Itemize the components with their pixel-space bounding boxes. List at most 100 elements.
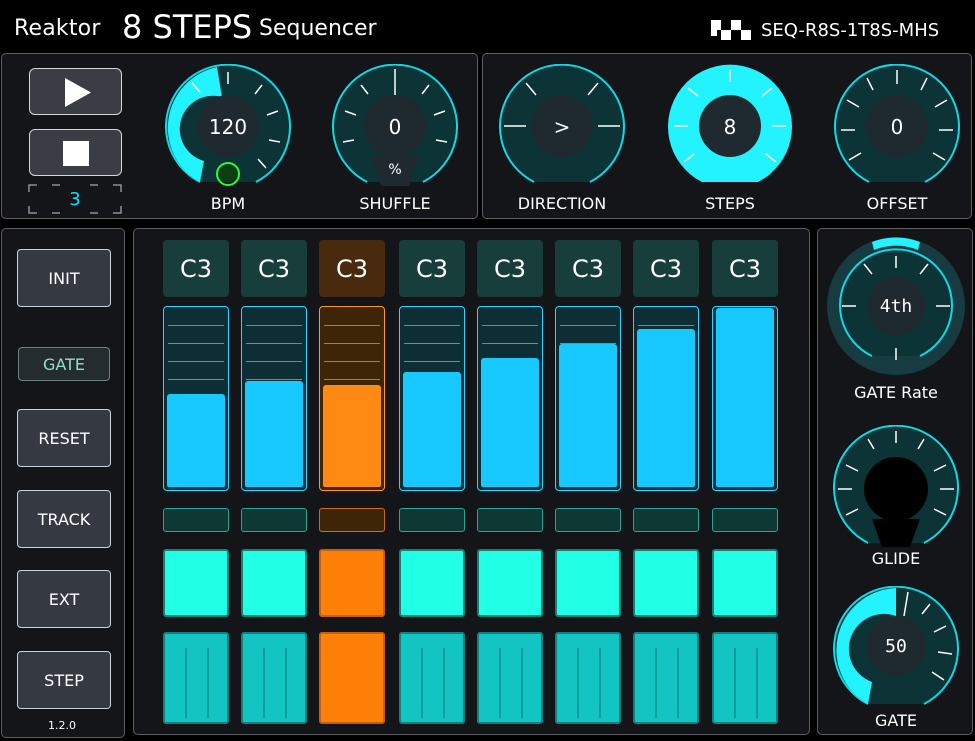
pad-divider [443, 648, 445, 718]
pad-divider [207, 648, 209, 718]
step-trigger-pad-5[interactable] [477, 632, 543, 724]
step-indicator-3[interactable] [319, 508, 385, 532]
step-note-3[interactable]: C3 [319, 240, 385, 297]
step-gate-button-3[interactable] [319, 549, 385, 617]
step-gate-button-2[interactable] [241, 549, 307, 617]
pad-divider [655, 648, 657, 718]
fader-gridline [560, 325, 616, 326]
brand-label: Reaktor [14, 16, 101, 41]
pad-divider [263, 648, 265, 718]
play-icon [65, 78, 91, 107]
reset-button[interactable]: RESET [17, 409, 111, 467]
fader-gridline [404, 343, 460, 344]
step-velocity-fader-2[interactable] [241, 306, 307, 491]
shuffle-label: SHUFFLE [359, 194, 431, 213]
track-button[interactable]: TRACK [17, 490, 111, 548]
step-gate-button-8[interactable] [712, 549, 778, 617]
step-indicator-1[interactable] [163, 508, 229, 532]
page-subtitle: Sequencer [259, 16, 377, 41]
step-note-1[interactable]: C3 [163, 240, 229, 297]
pad-divider [521, 648, 523, 718]
step-note-7[interactable]: C3 [633, 240, 699, 297]
pad-divider [185, 648, 187, 718]
step-trigger-pad-2[interactable] [241, 632, 307, 724]
page-title: 8 STEPS [122, 8, 253, 46]
direction-value: > [553, 115, 571, 139]
glide-label: GLIDE [871, 549, 921, 568]
glide-knob[interactable] [832, 425, 960, 549]
step-velocity-fader-3[interactable] [319, 306, 385, 491]
bpm-label: BPM [210, 194, 246, 213]
step-velocity-fader-7[interactable] [633, 306, 699, 491]
fader-gridline [246, 325, 302, 326]
fader-fill [637, 329, 695, 487]
step-trigger-pad-1[interactable] [163, 632, 229, 724]
direction-label: DIRECTION [517, 194, 607, 213]
fader-gridline [404, 325, 460, 326]
step-indicator-5[interactable] [477, 508, 543, 532]
steps-value: 8 [723, 115, 737, 139]
fader-fill [716, 308, 774, 487]
step-indicator-2[interactable] [241, 508, 307, 532]
gate-rate-value: 4th [879, 296, 913, 317]
step-trigger-pad-6[interactable] [555, 632, 621, 724]
fader-fill [323, 385, 381, 487]
step-note-6[interactable]: C3 [555, 240, 621, 297]
fader-fill [245, 381, 303, 487]
fader-fill [559, 344, 617, 487]
step-indicator-8[interactable] [712, 508, 778, 532]
step-note-4[interactable]: C3 [399, 240, 465, 297]
fader-gridline [168, 379, 224, 380]
stop-button[interactable] [29, 129, 122, 176]
play-button[interactable] [29, 68, 122, 115]
step-trigger-pad-4[interactable] [399, 632, 465, 724]
step-indicator-6[interactable] [555, 508, 621, 532]
step-gate-button-5[interactable] [477, 549, 543, 617]
step-velocity-fader-1[interactable] [163, 306, 229, 491]
step-note-5[interactable]: C3 [477, 240, 543, 297]
step-button[interactable]: STEP [17, 651, 111, 709]
pad-divider [734, 648, 736, 718]
step-velocity-fader-5[interactable] [477, 306, 543, 491]
header: Reaktor 8 STEPS Sequencer SEQ-R8S-1T8S-M… [0, 0, 975, 52]
fader-gridline [324, 343, 380, 344]
step-gate-button-6[interactable] [555, 549, 621, 617]
gate-value: 50 [885, 636, 907, 657]
gate-rate-label: GATE Rate [854, 383, 938, 402]
step-trigger-pad-8[interactable] [712, 632, 778, 724]
pad-divider [285, 648, 287, 718]
fader-gridline [482, 325, 538, 326]
step-trigger-pad-7[interactable] [633, 632, 699, 724]
pad-divider [421, 648, 423, 718]
pad-divider [599, 648, 601, 718]
step-velocity-fader-6[interactable] [555, 306, 621, 491]
bpm-value: 120 [208, 115, 248, 139]
checker-logo-icon [711, 20, 751, 40]
fader-gridline [246, 361, 302, 362]
step-note-8[interactable]: C3 [712, 240, 778, 297]
step-velocity-fader-8[interactable] [712, 306, 778, 491]
offset-value: 0 [890, 115, 904, 139]
step-grid-panel [133, 228, 810, 735]
step-gate-button-1[interactable] [163, 549, 229, 617]
version-label: 1.2.0 [48, 719, 76, 732]
fader-gridline [324, 379, 380, 380]
fader-gridline [482, 343, 538, 344]
fader-gridline [168, 361, 224, 362]
step-counter: 3 [28, 184, 122, 214]
step-indicator-7[interactable] [633, 508, 699, 532]
fader-fill [403, 372, 461, 487]
step-note-2[interactable]: C3 [241, 240, 307, 297]
fader-gridline [246, 343, 302, 344]
step-trigger-pad-3[interactable] [319, 632, 385, 724]
pad-divider [499, 648, 501, 718]
gate-label: GATE [875, 711, 917, 730]
steps-label: STEPS [705, 194, 755, 213]
fader-fill [481, 358, 539, 487]
step-velocity-fader-4[interactable] [399, 306, 465, 491]
ext-button[interactable]: EXT [17, 570, 111, 628]
step-indicator-4[interactable] [399, 508, 465, 532]
init-button[interactable]: INIT [17, 249, 111, 307]
step-gate-button-7[interactable] [633, 549, 699, 617]
step-gate-button-4[interactable] [399, 549, 465, 617]
